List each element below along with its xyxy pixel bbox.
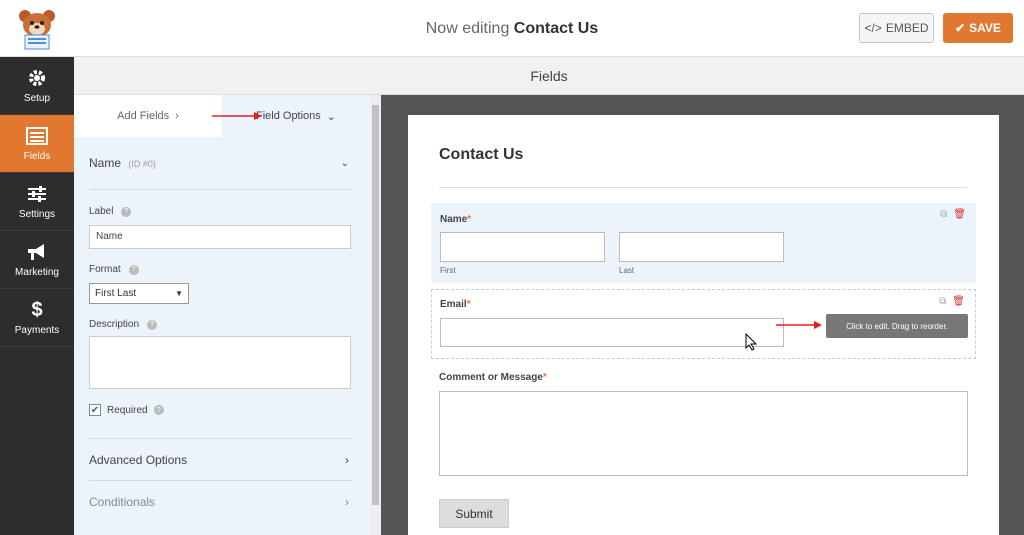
sidebar-item-label: Settings bbox=[18, 209, 56, 220]
help-icon[interactable]: ? bbox=[121, 206, 132, 217]
title-form-name: Contact Us bbox=[513, 20, 599, 37]
sliders-icon bbox=[27, 183, 47, 205]
help-icon[interactable]: ? bbox=[147, 319, 158, 330]
conditionals-toggle[interactable]: Conditionals › bbox=[89, 480, 353, 522]
field-options-body: Name (ID #0) ⌄ Label ? Name Format ? Fir… bbox=[89, 137, 353, 522]
divider bbox=[439, 187, 967, 188]
annotation-arrow bbox=[776, 321, 822, 329]
chevron-right-icon: › bbox=[345, 452, 349, 467]
embed-label: EMBED bbox=[885, 21, 929, 35]
help-icon[interactable]: ? bbox=[153, 405, 164, 415]
megaphone-icon bbox=[26, 241, 48, 263]
advanced-options-toggle[interactable]: Advanced Options › bbox=[89, 438, 353, 480]
description-textarea[interactable] bbox=[89, 336, 351, 389]
last-sublabel: Last bbox=[619, 266, 635, 275]
embed-button[interactable]: </> EMBED bbox=[859, 13, 934, 43]
duplicate-icon[interactable]: ⧉ bbox=[940, 209, 947, 220]
dollar-icon: $ bbox=[31, 298, 43, 321]
name-field-block[interactable]: Name* ⧉ 🗑 First Last bbox=[431, 203, 976, 283]
sidebar-item-settings[interactable]: Settings bbox=[0, 173, 74, 231]
required-checkbox[interactable]: ✔ bbox=[89, 404, 101, 416]
email-field-label: Email* bbox=[440, 299, 471, 310]
sidebar-nav: Setup Fields Settings Marketing $ Paymen… bbox=[0, 57, 74, 535]
tab-add-fields-label: Add Fields bbox=[117, 110, 170, 122]
format-label: Format ? bbox=[89, 264, 353, 275]
checkmark-icon: ✔ bbox=[955, 21, 966, 35]
submit-button[interactable]: Submit bbox=[439, 499, 509, 528]
sidebar-item-label: Fields bbox=[23, 151, 51, 162]
sidebar-item-fields[interactable]: Fields bbox=[0, 115, 74, 173]
name-field-label: Name* bbox=[440, 214, 471, 225]
mouse-cursor-icon bbox=[745, 333, 757, 351]
email-input[interactable] bbox=[440, 318, 784, 347]
conditionals-label: Conditionals bbox=[89, 494, 156, 509]
field-actions: ⧉ 🗑 bbox=[940, 209, 966, 220]
first-sublabel: First bbox=[440, 266, 456, 275]
top-bar: Now editing Contact Us </> EMBED ✔ SAVE bbox=[0, 0, 1024, 57]
label-text: Label bbox=[89, 206, 114, 217]
name-label-text: Name bbox=[440, 214, 468, 225]
label-label: Label ? bbox=[89, 206, 353, 217]
title-prefix: Now editing bbox=[425, 20, 510, 37]
trash-icon[interactable]: 🗑 bbox=[952, 296, 965, 307]
last-name-input[interactable] bbox=[619, 232, 784, 262]
field-name: Name bbox=[89, 156, 122, 170]
chevron-down-icon: ⌄ bbox=[340, 157, 349, 169]
help-icon[interactable]: ? bbox=[128, 264, 139, 275]
format-select-value: First Last bbox=[95, 288, 137, 299]
chevron-down-icon: ⌄ bbox=[326, 110, 337, 123]
field-actions: ⧉ 🗑 bbox=[939, 296, 965, 307]
gear-icon bbox=[27, 67, 47, 89]
scrollbar-thumb[interactable] bbox=[372, 105, 379, 505]
tooltip: Click to edit. Drag to reorder. bbox=[826, 314, 968, 338]
required-label: Required bbox=[107, 404, 148, 416]
sidebar-item-label: Marketing bbox=[15, 267, 59, 278]
first-name-input[interactable] bbox=[440, 232, 605, 262]
required-checkbox-row[interactable]: ✔ Required ? bbox=[89, 404, 353, 416]
field-options-panel: Add Fields › Field Options ⌄ Name (ID #0… bbox=[74, 95, 381, 535]
code-icon: </> bbox=[864, 21, 882, 35]
format-text: Format bbox=[89, 264, 121, 275]
duplicate-icon[interactable]: ⧉ bbox=[939, 296, 946, 307]
section-title: Fields bbox=[74, 57, 1024, 95]
tab-add-fields[interactable]: Add Fields › bbox=[74, 95, 222, 137]
comment-field-label: Comment or Message* bbox=[439, 372, 547, 383]
advanced-options-label: Advanced Options bbox=[89, 452, 188, 467]
format-select[interactable]: First Last ▼ bbox=[89, 283, 189, 304]
form-title: Contact Us bbox=[439, 146, 524, 163]
email-label-text: Email bbox=[440, 299, 467, 310]
description-text: Description bbox=[89, 319, 140, 330]
required-mark: * bbox=[466, 299, 471, 310]
sidebar-item-label: Payments bbox=[14, 325, 60, 336]
tab-field-options-label: Field Options bbox=[255, 110, 321, 122]
sidebar-item-label: Setup bbox=[23, 93, 51, 104]
comment-label-text: Comment or Message bbox=[439, 372, 543, 383]
dropdown-arrow-icon: ▼ bbox=[175, 289, 183, 298]
required-mark: * bbox=[467, 214, 472, 225]
chevron-right-icon: › bbox=[175, 110, 179, 122]
field-id: (ID #0) bbox=[128, 159, 156, 169]
field-options-header[interactable]: Name (ID #0) ⌄ bbox=[89, 137, 353, 190]
comment-textarea[interactable] bbox=[439, 391, 968, 476]
form-list-icon bbox=[26, 125, 48, 147]
save-button[interactable]: ✔ SAVE bbox=[943, 13, 1013, 43]
trash-icon[interactable]: 🗑 bbox=[953, 209, 966, 220]
save-label: SAVE bbox=[969, 21, 1001, 35]
required-mark: * bbox=[542, 372, 547, 383]
chevron-right-icon: › bbox=[345, 494, 349, 509]
description-label: Description ? bbox=[89, 319, 353, 330]
sidebar-item-marketing[interactable]: Marketing bbox=[0, 231, 74, 289]
label-input[interactable]: Name bbox=[89, 225, 351, 249]
annotation-arrow bbox=[212, 112, 262, 120]
panel-scrollbar[interactable] bbox=[370, 95, 381, 535]
sidebar-item-payments[interactable]: $ Payments bbox=[0, 289, 74, 347]
sidebar-item-setup[interactable]: Setup bbox=[0, 57, 74, 115]
